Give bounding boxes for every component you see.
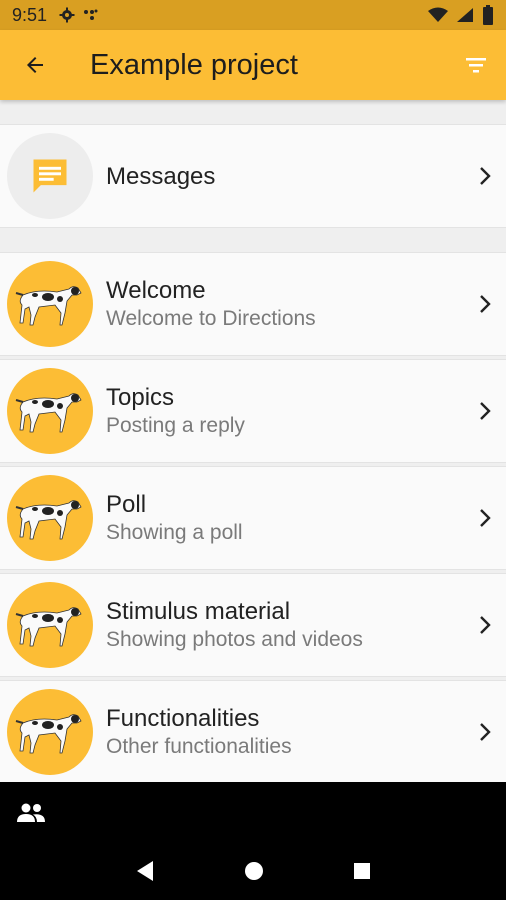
page-title: Example project <box>90 48 298 81</box>
people-icon[interactable] <box>16 802 46 824</box>
chevron-right-icon <box>480 167 491 185</box>
chat-bubble-icon <box>33 159 67 193</box>
chevron-right-icon <box>480 509 491 527</box>
dog-icon <box>15 393 82 433</box>
topic-avatar <box>7 475 93 561</box>
topic-item[interactable]: Welcome Welcome to Directions <box>0 252 506 356</box>
battery-icon <box>483 5 493 25</box>
topic-title: Stimulus material <box>106 597 291 625</box>
topic-item[interactable]: Topics Posting a reply <box>0 359 506 463</box>
topic-item[interactable]: Functionalities Other functionalities <box>0 680 506 782</box>
messages-item[interactable]: Messages <box>0 124 506 228</box>
dog-icon <box>15 286 82 326</box>
topic-avatar <box>7 689 93 775</box>
topic-subtitle: Welcome to Directions <box>106 306 316 330</box>
topic-subtitle: Showing a poll <box>106 520 243 544</box>
topic-avatar <box>7 582 93 668</box>
arrow-left-icon <box>27 57 43 73</box>
messages-avatar <box>7 133 93 219</box>
topic-avatar <box>7 261 93 347</box>
chevron-right-icon <box>480 295 491 313</box>
topic-title: Welcome <box>106 276 206 304</box>
chevron-right-icon <box>480 723 491 741</box>
dog-icon <box>15 714 82 754</box>
topic-title: Functionalities <box>106 704 260 732</box>
signal-dots-icon <box>84 9 98 20</box>
topic-subtitle: Other functionalities <box>106 734 292 758</box>
content-list: Messages Welcome Welcome to Directions Top… <box>0 100 506 782</box>
topic-avatar <box>7 368 93 454</box>
dog-icon <box>15 500 82 540</box>
topic-subtitle: Showing photos and videos <box>106 627 363 651</box>
chevron-right-icon <box>480 402 491 420</box>
topic-item[interactable]: Poll Showing a poll <box>0 466 506 570</box>
home-circle-icon[interactable] <box>244 861 264 881</box>
cell-signal-icon <box>457 8 473 22</box>
status-time: 9:51 <box>12 4 48 25</box>
filter-icon <box>466 58 486 73</box>
status-bar: 9:51 <box>0 0 506 30</box>
dog-icon <box>15 607 82 647</box>
gear-icon <box>59 7 75 23</box>
filter-button[interactable] <box>446 30 506 100</box>
wifi-icon <box>428 7 448 22</box>
topic-item[interactable]: Stimulus material Showing photos and vide… <box>0 573 506 677</box>
topic-subtitle: Posting a reply <box>106 413 245 437</box>
recents-square-icon[interactable] <box>353 862 371 880</box>
back-triangle-icon[interactable] <box>135 860 155 882</box>
app-bar: Example project <box>0 30 506 100</box>
back-button[interactable] <box>0 30 70 100</box>
bottom-tab-bar <box>0 782 506 842</box>
topic-title: Topics <box>106 383 175 411</box>
messages-label: Messages <box>106 162 216 190</box>
chevron-right-icon <box>480 616 491 634</box>
system-nav-bar <box>0 842 506 900</box>
topic-title: Poll <box>106 490 147 518</box>
